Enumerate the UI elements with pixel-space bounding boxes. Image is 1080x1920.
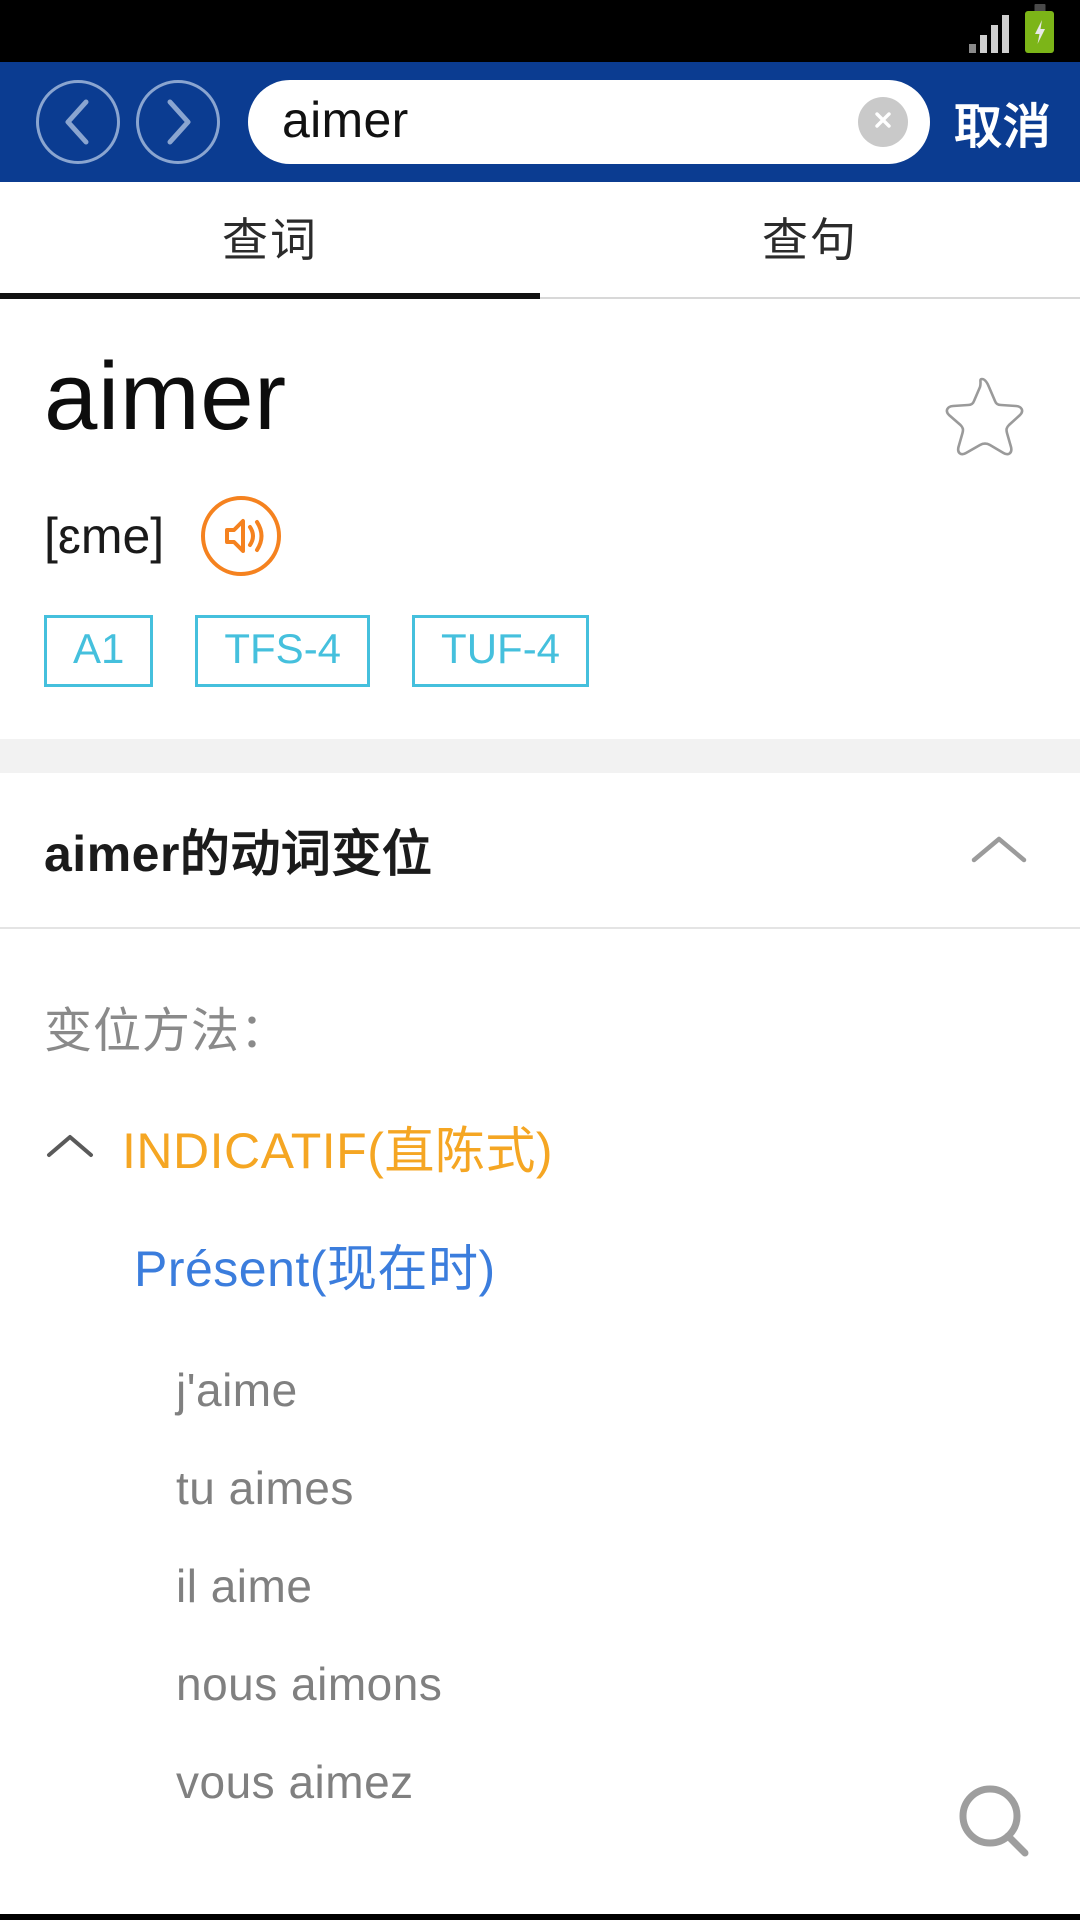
entry-header: aimer [ɛme] A1 TFS-4 TUF-4 bbox=[0, 299, 1080, 740]
app-screen: aimer 取消 查词 查句 aimer [ɛme] A1 TFS-4 TUF-… bbox=[0, 0, 1080, 1920]
mood-toggle-button[interactable] bbox=[44, 1130, 96, 1164]
tense-label[interactable]: Présent(现在时) bbox=[134, 1229, 1036, 1301]
search-icon bbox=[949, 1776, 1045, 1872]
conjugation-body: 变位方法： INDICATIF(直陈式) Présent(现在时) j'aime… bbox=[0, 929, 1080, 1832]
favorite-button[interactable] bbox=[936, 369, 1028, 461]
tab-word-lookup[interactable]: 查词 bbox=[0, 182, 540, 299]
speaker-circle-icon bbox=[200, 495, 282, 577]
list-item: j'aime bbox=[176, 1364, 298, 1417]
status-bar-icons bbox=[969, 9, 1054, 53]
list-item: tu aimes bbox=[176, 1462, 354, 1515]
headword-row: aimer bbox=[44, 343, 1036, 461]
conjugation-section-header[interactable]: aimer的动词变位 bbox=[0, 773, 1080, 930]
close-icon bbox=[870, 107, 896, 138]
level-tag[interactable]: A1 bbox=[44, 615, 154, 688]
level-tag-list: A1 TFS-4 TUF-4 bbox=[44, 615, 1036, 739]
pronunciation-row: [ɛme] bbox=[44, 495, 1036, 577]
tab-word-lookup-label: 查词 bbox=[222, 213, 318, 266]
signal-bars-icon bbox=[969, 15, 1009, 53]
chevron-right-circle-icon bbox=[156, 94, 200, 150]
cancel-button[interactable]: 取消 bbox=[950, 87, 1062, 157]
level-tag[interactable]: TUF-4 bbox=[412, 615, 590, 688]
star-outline-icon bbox=[936, 369, 1028, 461]
list-item: vous aimez bbox=[176, 1756, 414, 1809]
phonetic-text: [ɛme] bbox=[44, 508, 165, 564]
search-input-value[interactable]: aimer bbox=[282, 95, 858, 149]
list-item: il aime bbox=[176, 1560, 313, 1613]
floating-search-button[interactable] bbox=[936, 1763, 1058, 1885]
conjugation-method-label: 变位方法： bbox=[44, 1005, 290, 1059]
mood-label: INDICATIF(直陈式) bbox=[122, 1123, 554, 1180]
tab-sentence-lookup-label: 查句 bbox=[762, 213, 858, 266]
battery-charging-icon bbox=[1025, 11, 1054, 53]
screen-bottom-edge bbox=[0, 1914, 1080, 1920]
conjugation-section-title: aimer的动词变位 bbox=[44, 826, 433, 883]
search-header: aimer 取消 bbox=[0, 62, 1080, 182]
chevron-left-circle-icon bbox=[56, 94, 100, 150]
play-pronunciation-button[interactable] bbox=[200, 495, 282, 577]
section-divider-band bbox=[0, 739, 1080, 774]
tab-sentence-lookup[interactable]: 查句 bbox=[540, 182, 1080, 299]
clear-search-button[interactable] bbox=[857, 97, 908, 147]
conjugation-form-list: j'aime tu aimes il aime nous aimons vous… bbox=[44, 1341, 1036, 1831]
back-button[interactable] bbox=[36, 80, 120, 164]
search-input[interactable]: aimer bbox=[248, 80, 930, 164]
collapse-section-button[interactable] bbox=[968, 830, 1036, 870]
level-tag[interactable]: TFS-4 bbox=[195, 615, 371, 688]
chevron-up-icon bbox=[968, 830, 1030, 870]
status-bar bbox=[0, 0, 1080, 62]
tab-bar: 查词 查句 bbox=[0, 182, 1080, 299]
chevron-up-icon bbox=[44, 1130, 96, 1164]
forward-button[interactable] bbox=[136, 80, 220, 164]
mood-row-indicatif[interactable]: INDICATIF(直陈式) bbox=[44, 1111, 1036, 1183]
page-title: aimer bbox=[44, 343, 287, 450]
list-item: nous aimons bbox=[176, 1658, 443, 1711]
